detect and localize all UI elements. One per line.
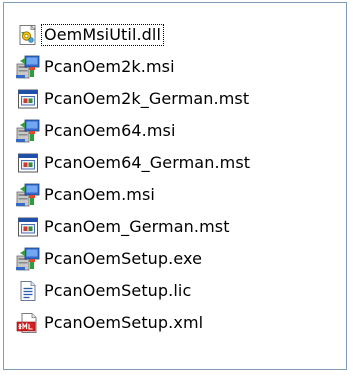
list-item-pcanoem64-msi[interactable]: PcanOem64.msi — [16, 115, 346, 147]
text-file-icon — [20, 281, 36, 301]
list-item-pcanoem-german-mst[interactable]: PcanOem_German.mst — [16, 211, 346, 243]
msi-icon — [16, 119, 40, 143]
list-item-oemmsiutil-dll[interactable]: OemMsiUtil.dll — [16, 19, 346, 51]
list-item-pcanoem-msi[interactable]: PcanOem.msi — [16, 179, 346, 211]
msi-icon — [16, 183, 40, 207]
list-item-pcanoem64-german-mst[interactable]: PcanOem64_German.mst — [16, 147, 346, 179]
file-list: OemMsiUtil.dll PcanOem2k.msi PcanOem2k_G… — [16, 19, 346, 339]
dll-icon — [19, 24, 36, 45]
file-name: PcanOemSetup.exe — [44, 249, 203, 268]
mst-icon — [18, 217, 38, 237]
mst-icon — [18, 89, 38, 109]
file-name: PcanOem.msi — [44, 185, 155, 204]
list-item-pcanoemsetup-exe[interactable]: PcanOemSetup.exe — [16, 243, 346, 275]
file-name: PcanOemSetup.lic — [44, 281, 192, 300]
msi-icon — [16, 55, 40, 79]
mst-icon — [18, 153, 38, 173]
file-name: PcanOem64.msi — [44, 121, 176, 140]
file-name: OemMsiUtil.dll — [40, 24, 165, 46]
list-item-pcanoemsetup-xml[interactable]: PcanOemSetup.xml — [16, 307, 346, 339]
file-name: PcanOem64_German.mst — [44, 153, 251, 172]
file-name: PcanOem_German.mst — [44, 217, 230, 236]
file-list-panel: OemMsiUtil.dll PcanOem2k.msi PcanOem2k_G… — [3, 2, 347, 370]
list-item-pcanoem2k-msi[interactable]: PcanOem2k.msi — [16, 51, 346, 83]
xml-icon — [16, 313, 37, 333]
file-name: PcanOem2k_German.mst — [44, 89, 250, 108]
installer-exe-icon — [16, 247, 40, 271]
file-name: PcanOemSetup.xml — [44, 313, 204, 332]
list-item-pcanoem2k-german-mst[interactable]: PcanOem2k_German.mst — [16, 83, 346, 115]
list-item-pcanoemsetup-lic[interactable]: PcanOemSetup.lic — [16, 275, 346, 307]
file-name: PcanOem2k.msi — [44, 57, 175, 76]
